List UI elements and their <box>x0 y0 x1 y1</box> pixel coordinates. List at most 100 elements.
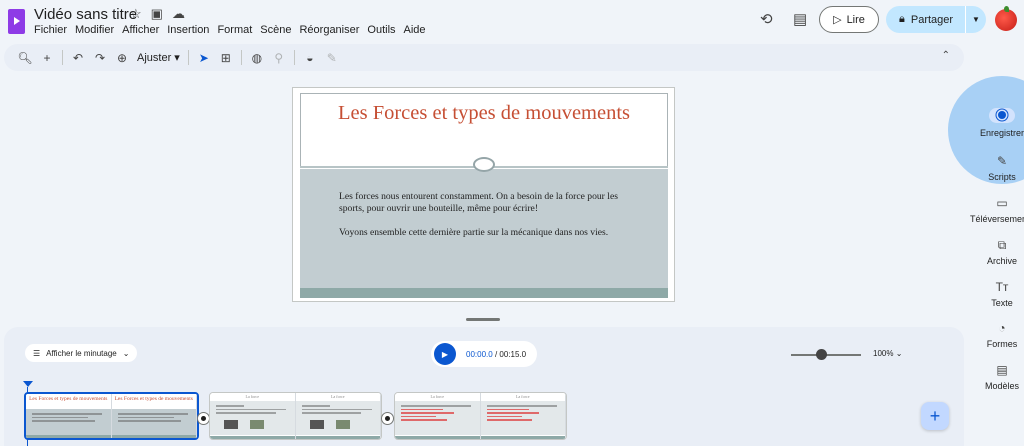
menu-outils[interactable]: Outils <box>367 24 395 36</box>
fit-dropdown[interactable]: Ajuster ▾ <box>133 51 184 64</box>
play-button[interactable]: ▷ Lire <box>819 6 879 33</box>
menu-modifier[interactable]: Modifier <box>75 24 114 36</box>
toolbar-divider <box>240 50 242 65</box>
thumb-footer <box>395 436 480 439</box>
side-item-scripts[interactable]: ✎ Scripts <box>972 154 1024 182</box>
clip-thumbnail: Les Forces et types de mouvements <box>26 394 112 438</box>
thumb-image <box>335 420 350 429</box>
side-item-record[interactable]: Enregistrer <box>972 108 1024 138</box>
theme-palette-icon[interactable]: ◍ <box>246 51 268 65</box>
thumb-title: La force <box>430 394 444 399</box>
side-item-label: Téléversements <box>969 214 1024 224</box>
thumb-title: Les Forces et types de mouvements <box>29 396 108 402</box>
border-color-icon[interactable]: ✎ <box>321 51 343 65</box>
thumb-title: Les Forces et types de mouvements <box>114 396 193 402</box>
slide-text-box[interactable]: Les forces nous entourent constamment. O… <box>339 191 639 251</box>
slide-footer-bar <box>300 288 668 298</box>
vids-logo-icon[interactable] <box>8 9 25 34</box>
fill-color-icon[interactable]: ◒ <box>299 51 321 65</box>
menu-bar: Fichier Modifier Afficher Insertion Form… <box>34 24 426 36</box>
add-scene-button[interactable]: + <box>921 402 949 430</box>
thumb-text-lines <box>32 413 102 424</box>
paint-format-icon[interactable]: ⚲ <box>268 51 290 65</box>
thumb-image <box>224 420 238 429</box>
share-button[interactable]: 🔒︎ Partager ▼ <box>886 6 986 33</box>
menu-aide[interactable]: Aide <box>404 24 426 36</box>
toolbar: 🔍︎ + ↶ ↷ ⊕ Ajuster ▾ ➤ ⊞ ◍ ⚲ ◒ ✎ ⌃ <box>4 44 964 71</box>
shapes-icon: ◔ <box>998 321 1006 335</box>
record-icon <box>989 108 1015 123</box>
redo-icon[interactable]: ↷ <box>89 51 111 65</box>
timeline-clip[interactable]: Les Forces et types de mouvements Les Fo… <box>24 392 199 440</box>
side-item-label: Scripts <box>988 172 1016 182</box>
zoom-slider-handle[interactable] <box>816 349 827 360</box>
toolbar-divider <box>187 50 189 65</box>
toolbar-divider <box>62 50 63 65</box>
slide[interactable]: Les Forces et types de mouvements Les fo… <box>300 93 668 298</box>
side-item-text[interactable]: Tт Texte <box>972 280 1024 308</box>
thumb-body <box>210 401 295 435</box>
archive-icon: ⧉ <box>997 238 1007 252</box>
menu-afficher[interactable]: Afficher <box>122 24 159 36</box>
lock-icon: 🔒︎ <box>899 13 905 25</box>
search-icon[interactable]: 🔍︎ <box>14 51 36 65</box>
text-box-icon[interactable]: ⊞ <box>215 51 237 65</box>
collapse-toolbar-chevron-icon[interactable]: ⌃ <box>942 50 950 61</box>
timeline-clip[interactable]: La force La force <box>209 392 382 440</box>
zoom-icon[interactable]: ⊕ <box>111 51 133 65</box>
clip-thumbnail: La force <box>395 393 481 439</box>
slide-paragraph-2: Voyons ensemble cette dernière partie su… <box>339 227 609 238</box>
thumb-body <box>395 401 480 435</box>
slide-body[interactable]: Les forces nous entourent constamment. O… <box>300 169 668 288</box>
star-icon[interactable]: ☆ <box>130 6 142 22</box>
share-main[interactable]: 🔒︎ Partager <box>886 6 966 33</box>
app-header: Vidéo sans titre ☆ ▣ ☁ Fichier Modifier … <box>0 0 1024 44</box>
menu-scene[interactable]: Scène <box>260 24 291 36</box>
playhead-marker[interactable] <box>23 381 33 387</box>
thumb-footer <box>26 435 111 438</box>
cloud-status-icon[interactable]: ☁ <box>172 6 185 22</box>
menu-format[interactable]: Format <box>217 24 252 36</box>
thumb-text-lines <box>401 405 471 423</box>
thumb-body <box>480 401 565 435</box>
side-item-shapes[interactable]: ◔ Formes <box>972 321 1024 349</box>
select-cursor-icon[interactable]: ➤ <box>193 51 215 65</box>
text-icon: Tт <box>995 280 1009 294</box>
show-timing-dropdown[interactable]: ☰ Afficher le minutage ⌄ <box>25 344 138 362</box>
thumb-body <box>111 409 196 436</box>
thumb-image <box>250 420 264 429</box>
timeline-resize-handle[interactable] <box>466 318 500 321</box>
thumb-footer <box>295 436 380 439</box>
thumb-title: La force <box>245 394 259 399</box>
timeline-clip[interactable]: La force La force <box>394 392 567 440</box>
side-item-archive[interactable]: ⧉ Archive <box>972 238 1024 266</box>
side-item-templates[interactable]: ▤ Modèles <box>972 363 1024 391</box>
show-timing-label: Afficher le minutage <box>46 348 117 358</box>
thumb-text-lines <box>117 413 188 424</box>
share-dropdown-chevron-icon[interactable]: ▼ <box>966 15 986 24</box>
slide-canvas[interactable]: Les Forces et types de mouvements Les fo… <box>292 87 675 302</box>
share-button-label: Partager <box>910 13 954 26</box>
templates-icon: ▤ <box>996 363 1008 377</box>
document-title[interactable]: Vidéo sans titre <box>34 6 137 23</box>
transition-icon[interactable] <box>381 412 394 425</box>
undo-icon[interactable]: ↶ <box>67 51 89 65</box>
clip-thumbnail: La force <box>210 393 296 439</box>
side-item-label: Formes <box>986 339 1018 349</box>
menu-fichier[interactable]: Fichier <box>34 24 67 36</box>
timeline-play-button[interactable]: ▶ <box>434 343 456 365</box>
side-item-uploads[interactable]: ▭ Téléversements <box>960 196 1024 224</box>
move-folder-icon[interactable]: ▣ <box>151 6 163 22</box>
menu-reorganiser[interactable]: Réorganiser <box>299 24 359 36</box>
history-icon[interactable]: ⟲ <box>760 10 773 28</box>
menu-insertion[interactable]: Insertion <box>167 24 209 36</box>
add-icon[interactable]: + <box>36 51 58 65</box>
slide-title[interactable]: Les Forces et types de mouvements <box>300 100 668 127</box>
timeline-panel: ☰ Afficher le minutage ⌄ ▶ 00:00.0 / 00:… <box>4 327 964 446</box>
thumb-body <box>26 409 111 436</box>
avatar[interactable] <box>995 6 1017 31</box>
thumb-text-lines <box>216 405 286 416</box>
thumb-body <box>295 401 380 435</box>
zoom-dropdown[interactable]: 100% ⌄ <box>873 349 902 358</box>
comments-icon[interactable]: ▤ <box>793 10 807 28</box>
